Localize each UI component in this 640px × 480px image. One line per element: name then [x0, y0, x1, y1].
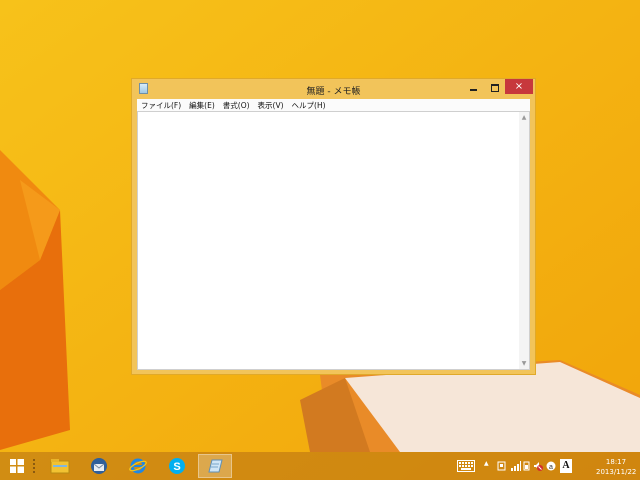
- close-icon: ×: [514, 80, 524, 92]
- taskbar-internet-explorer[interactable]: [121, 454, 155, 478]
- maximize-button[interactable]: [484, 79, 506, 97]
- skype-icon: S: [169, 458, 185, 474]
- clock[interactable]: 18:17 2013/11/22: [596, 457, 636, 477]
- volume-muted-icon[interactable]: [533, 461, 543, 471]
- ime-input-mode[interactable]: A: [560, 459, 572, 473]
- taskbar-notepad[interactable]: [198, 454, 232, 478]
- vertical-scrollbar[interactable]: ▲ ▼: [519, 112, 529, 369]
- network-signal-icon[interactable]: [511, 461, 521, 471]
- maximize-icon: [491, 84, 499, 92]
- notepad-window[interactable]: 無題 - メモ帳 × ファイル(F) 編集(E) 書式(O) 表示(V) ヘルプ…: [131, 78, 536, 375]
- scroll-up-icon[interactable]: ▲: [520, 114, 528, 121]
- minimize-button[interactable]: [462, 79, 484, 97]
- touch-keyboard-button[interactable]: [457, 460, 475, 472]
- notepad-icon: [208, 459, 223, 473]
- minimize-icon: [469, 89, 477, 91]
- tray-device-icon[interactable]: [497, 461, 506, 471]
- menu-bar: ファイル(F) 編集(E) 書式(O) 表示(V) ヘルプ(H): [137, 99, 530, 111]
- svg-text:S: S: [173, 461, 180, 473]
- taskbar-thunderbird[interactable]: [82, 454, 116, 478]
- tray-overflow-chevron-icon[interactable]: ▲: [484, 460, 493, 470]
- close-button[interactable]: ×: [505, 79, 533, 94]
- taskbar-explorer[interactable]: [43, 454, 77, 478]
- menu-edit[interactable]: 編集(E): [185, 100, 219, 111]
- taskbar-grip[interactable]: [33, 459, 37, 473]
- ie-icon: [129, 458, 147, 474]
- thunderbird-icon: [91, 458, 107, 474]
- text-editor[interactable]: ▲ ▼: [137, 111, 530, 370]
- svg-text:a: a: [549, 464, 553, 471]
- folder-icon: [50, 459, 70, 474]
- title-bar[interactable]: 無題 - メモ帳 ×: [132, 79, 535, 99]
- power-icon[interactable]: [522, 461, 531, 471]
- start-button[interactable]: [0, 454, 34, 478]
- keyboard-icon: [457, 460, 475, 472]
- taskbar: S ▲ a A 18:17 2013/11/22: [0, 452, 640, 480]
- scroll-down-icon[interactable]: ▼: [520, 360, 528, 367]
- menu-view[interactable]: 表示(V): [254, 100, 288, 111]
- ime-mode-icon[interactable]: a: [546, 461, 556, 471]
- menu-help[interactable]: ヘルプ(H): [288, 100, 330, 111]
- menu-format[interactable]: 書式(O): [219, 100, 254, 111]
- taskbar-skype[interactable]: S: [160, 454, 194, 478]
- menu-file[interactable]: ファイル(F): [137, 100, 185, 111]
- grip-icon: [33, 459, 35, 473]
- clock-time: 18:17: [605, 458, 627, 466]
- windows-logo-icon: [10, 459, 24, 473]
- clock-date: 2013/11/22: [596, 468, 637, 476]
